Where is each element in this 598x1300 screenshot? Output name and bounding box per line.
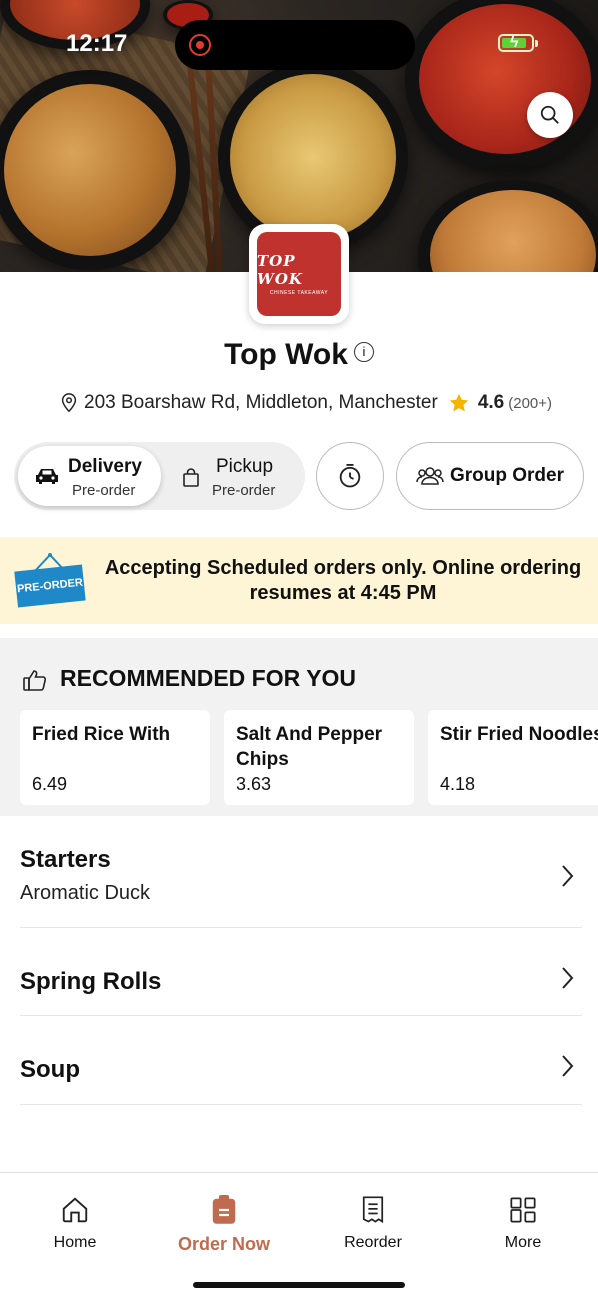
rating-count: (200+) [508,394,553,412]
group-order-button[interactable]: Group Order [396,442,584,510]
location-pin-icon [61,393,77,413]
recommended-item-name: Salt And Pepper Chips [236,724,383,770]
group-order-label: Group Order [449,465,564,486]
category-row-starters[interactable]: Starters Aromatic Duck [20,830,582,928]
pickup-option[interactable]: Pickup Pre-order [164,446,301,506]
tab-label: More [504,1234,542,1251]
search-icon [540,105,559,124]
battery-charging-icon: ϟ [498,34,538,52]
order-icon [212,1195,236,1224]
category-title: Spring Rolls [20,968,162,995]
search-button[interactable] [527,92,573,138]
dynamic-island [175,20,415,70]
delivery-label: Delivery [68,456,142,477]
tab-label: Reorder [344,1234,402,1251]
restaurant-logo: TOP WOK CHINESE TAKEAWAY [249,224,349,324]
tab-home[interactable]: Home [20,1195,130,1252]
recommended-card[interactable]: Salt And Pepper Chips 3.63 [224,710,414,805]
tab-reorder[interactable]: Reorder [318,1195,428,1252]
category-row-spring-rolls[interactable]: Spring Rolls [20,928,582,1016]
address-text: 203 Boarshaw Rd, Middleton, Manchester [84,392,438,413]
delivery-option[interactable]: Delivery Pre-order [18,446,161,506]
shopping-bag-icon [183,468,199,487]
category-subtitle: Aromatic Duck [20,882,151,904]
schedule-button[interactable] [316,442,384,510]
chevron-right-icon [562,1055,574,1077]
recommended-card[interactable]: Fried Rice With 6.49 [20,710,210,805]
recommended-card[interactable]: Stir Fried Noodles 4.18 [428,710,598,805]
category-title: Starters [20,846,111,873]
recommended-item-name: Fried Rice With [32,724,171,745]
logo-subtitle: CHINESE TAKEAWAY [269,290,329,296]
recording-indicator-icon [189,34,211,56]
category-row-soup[interactable]: Soup [20,1016,582,1105]
info-icon[interactable]: i [353,342,374,363]
thumbs-up-icon [23,670,47,691]
rating-value: 4.6 [477,392,505,413]
tab-label: Home [53,1234,97,1251]
banner-message: Accepting Scheduled orders only. Online … [104,557,582,604]
delivery-sub: Pre-order [72,482,136,499]
pickup-label: Pickup [216,456,274,477]
home-indicator [193,1282,405,1288]
stopwatch-icon [339,463,361,488]
restaurant-name: Top Wok [224,338,348,371]
bottom-tab-bar: Home Order Now Reorder More [0,1172,598,1300]
recommended-title: RECOMMENDED FOR YOU [60,665,357,691]
restaurant-name-row: Top Wok i [0,338,598,372]
preorder-sign-icon: PRE-ORDER [14,564,86,608]
recommended-item-price: 4.18 [440,774,476,794]
logo-title: TOP WOK [257,252,303,288]
recommended-item-price: 6.49 [32,774,68,794]
car-icon [36,469,58,484]
grid-icon [510,1197,536,1223]
status-bar-time: 12:17 [66,30,128,57]
category-title: Soup [20,1056,80,1083]
recommended-item-name: Stir Fried Noodles [440,724,598,745]
tab-more[interactable]: More [468,1195,578,1252]
tab-order-now[interactable]: Order Now [169,1195,279,1255]
recommended-item-price: 3.63 [236,774,272,794]
group-icon [416,467,444,485]
star-icon [449,393,468,412]
pickup-sub: Pre-order [212,482,276,499]
chevron-right-icon [562,967,574,989]
home-icon [62,1197,88,1223]
chevron-right-icon [562,865,574,887]
address-row: 203 Boarshaw Rd, Middleton, Manchester 4… [58,392,552,414]
receipt-icon [362,1196,384,1224]
tab-label: Order Now [177,1234,270,1254]
order-mode-toggle: Delivery Pre-order Pickup Pre-order [14,442,305,510]
